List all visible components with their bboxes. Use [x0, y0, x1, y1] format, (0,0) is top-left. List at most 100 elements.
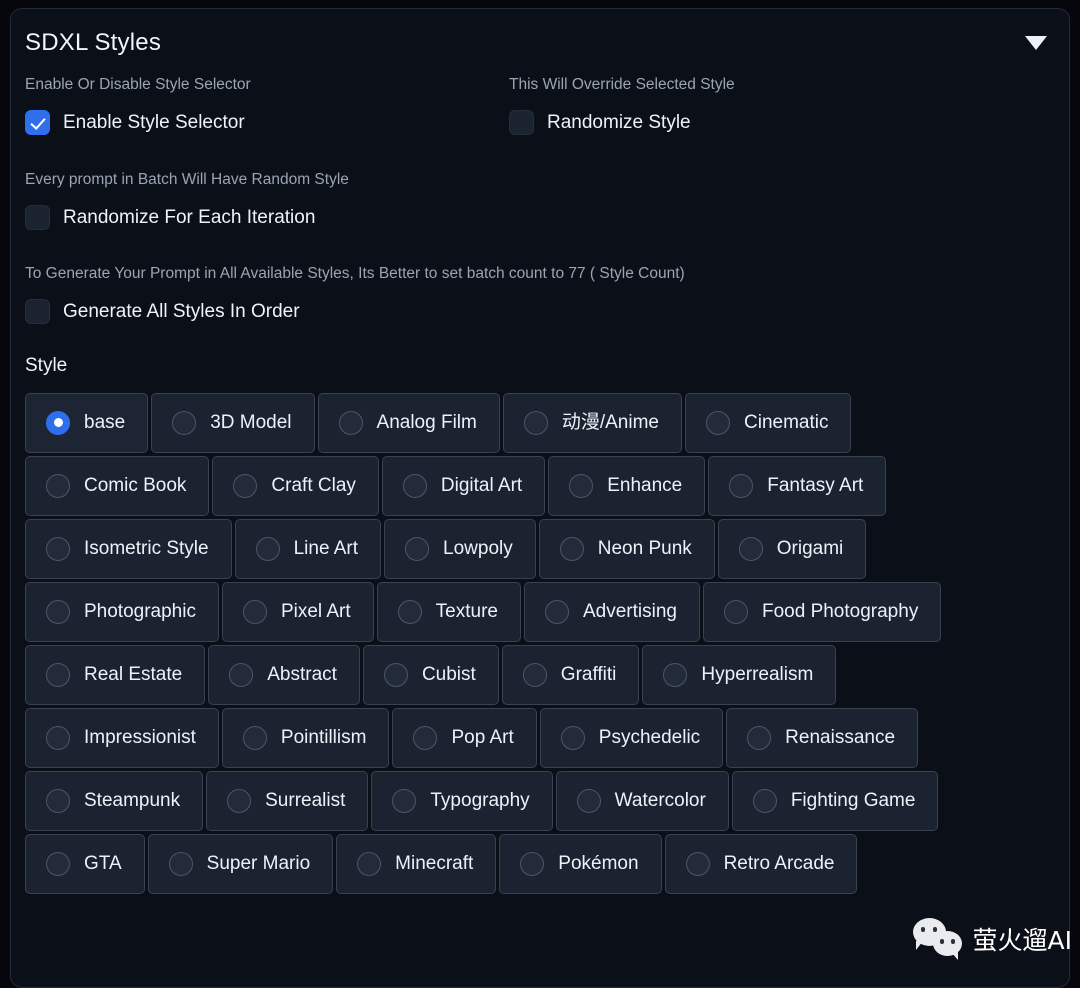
- radio-icon: [706, 411, 730, 435]
- style-option-pop-art[interactable]: Pop Art: [392, 708, 536, 768]
- style-option-label: Cubist: [422, 665, 476, 684]
- style-option-advertising[interactable]: Advertising: [524, 582, 700, 642]
- style-option-typography[interactable]: Typography: [371, 771, 552, 831]
- style-option-label: Pokémon: [558, 854, 638, 873]
- panel-body: Enable Or Disable Style Selector Enable …: [11, 77, 1069, 894]
- style-option-steampunk[interactable]: Steampunk: [25, 771, 203, 831]
- style-option-label: Line Art: [294, 539, 358, 558]
- radio-icon: [753, 789, 777, 813]
- style-option-gta[interactable]: GTA: [25, 834, 145, 894]
- style-option-label: Enhance: [607, 476, 682, 495]
- style-option-label: Cinematic: [744, 413, 828, 432]
- randomize-style-checkbox[interactable]: [509, 110, 534, 135]
- radio-icon: [523, 663, 547, 687]
- style-option-label: Food Photography: [762, 602, 918, 621]
- style-option-neon-punk[interactable]: Neon Punk: [539, 519, 715, 579]
- style-option-texture[interactable]: Texture: [377, 582, 521, 642]
- style-option-label: GTA: [84, 854, 122, 873]
- style-option-label: Digital Art: [441, 476, 522, 495]
- style-option-graffiti[interactable]: Graffiti: [502, 645, 640, 705]
- spacer-1: [25, 136, 1055, 172]
- style-row: Steampunk Surrealist Typography Watercolor F…: [25, 771, 1055, 831]
- style-option-cinematic[interactable]: Cinematic: [685, 393, 851, 453]
- radio-icon: [524, 411, 548, 435]
- style-option-fantasy-art[interactable]: Fantasy Art: [708, 456, 886, 516]
- style-option-pixel-art[interactable]: Pixel Art: [222, 582, 374, 642]
- style-option-renaissance[interactable]: Renaissance: [726, 708, 918, 768]
- radio-icon: [560, 537, 584, 561]
- style-option-line-art[interactable]: Line Art: [235, 519, 381, 579]
- style-option-origami[interactable]: Origami: [718, 519, 867, 579]
- style-option-super-mario[interactable]: Super Mario: [148, 834, 334, 894]
- radio-icon: [46, 852, 70, 876]
- randomize-each-iteration-label: Randomize For Each Iteration: [63, 208, 315, 227]
- style-option-photographic[interactable]: Photographic: [25, 582, 219, 642]
- generate-all-styles-checkbox[interactable]: [25, 299, 50, 324]
- radio-icon: [739, 537, 763, 561]
- radio-icon: [413, 726, 437, 750]
- panel-header: SDXL Styles: [11, 9, 1069, 77]
- randomize-each-iteration-row[interactable]: Randomize For Each Iteration: [25, 204, 1055, 230]
- style-option-impressionist[interactable]: Impressionist: [25, 708, 219, 768]
- style-option-fighting-game[interactable]: Fighting Game: [732, 771, 939, 831]
- style-option-lowpoly[interactable]: Lowpoly: [384, 519, 536, 579]
- style-option-surrealist[interactable]: Surrealist: [206, 771, 368, 831]
- radio-icon: [46, 537, 70, 561]
- radio-icon: [46, 600, 70, 624]
- generate-all-styles-label: Generate All Styles In Order: [63, 302, 300, 321]
- style-option-label: Steampunk: [84, 791, 180, 810]
- enable-style-selector-row[interactable]: Enable Style Selector: [25, 110, 509, 136]
- style-option-label: Pop Art: [451, 728, 513, 747]
- radio-icon: [747, 726, 771, 750]
- randomize-style-label: Randomize Style: [547, 113, 691, 132]
- radio-icon: [398, 600, 422, 624]
- style-option-label: Comic Book: [84, 476, 186, 495]
- style-option-food-photography[interactable]: Food Photography: [703, 582, 941, 642]
- radio-icon: [663, 663, 687, 687]
- style-option-comic-book[interactable]: Comic Book: [25, 456, 209, 516]
- style-option-psychedelic[interactable]: Psychedelic: [540, 708, 723, 768]
- style-option-label: Typography: [430, 791, 529, 810]
- style-option-3d-model[interactable]: 3D Model: [151, 393, 314, 453]
- style-option-label: 动漫/Anime: [562, 413, 659, 432]
- randomize-style-row[interactable]: Randomize Style: [509, 110, 1055, 136]
- style-option-pointillism[interactable]: Pointillism: [222, 708, 390, 768]
- chevron-down-icon[interactable]: [1025, 36, 1047, 50]
- style-option-label: Abstract: [267, 665, 337, 684]
- style-option-analog-film[interactable]: Analog Film: [318, 393, 500, 453]
- generate-all-styles-row[interactable]: Generate All Styles In Order: [25, 299, 1055, 325]
- style-option-hyperrealism[interactable]: Hyperrealism: [642, 645, 836, 705]
- style-option-cubist[interactable]: Cubist: [363, 645, 499, 705]
- style-option-digital-art[interactable]: Digital Art: [382, 456, 545, 516]
- style-option-base[interactable]: base: [25, 393, 148, 453]
- style-option-label: Advertising: [583, 602, 677, 621]
- radio-icon: [403, 474, 427, 498]
- style-option-label: Super Mario: [207, 854, 311, 873]
- style-option-retro-arcade[interactable]: Retro Arcade: [665, 834, 858, 894]
- enable-style-selector-checkbox[interactable]: [25, 110, 50, 135]
- radio-icon: [229, 663, 253, 687]
- style-option-minecraft[interactable]: Minecraft: [336, 834, 496, 894]
- style-option-watercolor[interactable]: Watercolor: [556, 771, 729, 831]
- style-option-anime[interactable]: 动漫/Anime: [503, 393, 682, 453]
- style-option-craft-clay[interactable]: Craft Clay: [212, 456, 378, 516]
- style-option-label: Fantasy Art: [767, 476, 863, 495]
- style-option-label: Fighting Game: [791, 791, 916, 810]
- radio-icon: [577, 789, 601, 813]
- enable-style-selector-label: Enable Style Selector: [63, 113, 245, 132]
- style-row: PhotographicPixel ArtTexture Advertising F…: [25, 582, 1055, 642]
- radio-icon: [172, 411, 196, 435]
- style-option-enhance[interactable]: Enhance: [548, 456, 705, 516]
- style-option-abstract[interactable]: Abstract: [208, 645, 360, 705]
- style-option-pok-mon[interactable]: Pokémon: [499, 834, 661, 894]
- randomize-each-iteration-checkbox[interactable]: [25, 205, 50, 230]
- page-title: SDXL Styles: [25, 29, 161, 57]
- style-option-label: Hyperrealism: [701, 665, 813, 684]
- style-option-isometric-style[interactable]: Isometric Style: [25, 519, 232, 579]
- radio-icon: [227, 789, 251, 813]
- radio-icon: [561, 726, 585, 750]
- style-option-label: Isometric Style: [84, 539, 209, 558]
- radio-icon: [686, 852, 710, 876]
- style-option-real-estate[interactable]: Real Estate: [25, 645, 205, 705]
- randomize-each-iteration-helper: Every prompt in Batch Will Have Random S…: [25, 172, 1055, 205]
